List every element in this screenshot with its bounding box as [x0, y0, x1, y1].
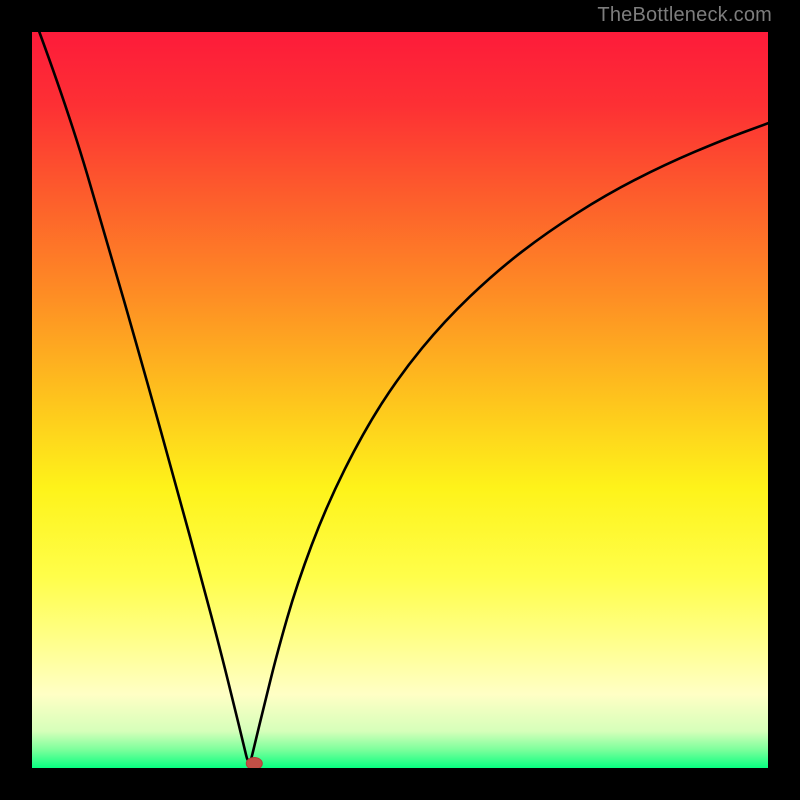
- plot-area: [32, 32, 768, 768]
- chart-svg: [32, 32, 768, 768]
- chart-frame: TheBottleneck.com: [0, 0, 800, 800]
- minimum-marker: [246, 758, 262, 768]
- attribution-label: TheBottleneck.com: [597, 4, 772, 27]
- gradient-background: [32, 32, 768, 768]
